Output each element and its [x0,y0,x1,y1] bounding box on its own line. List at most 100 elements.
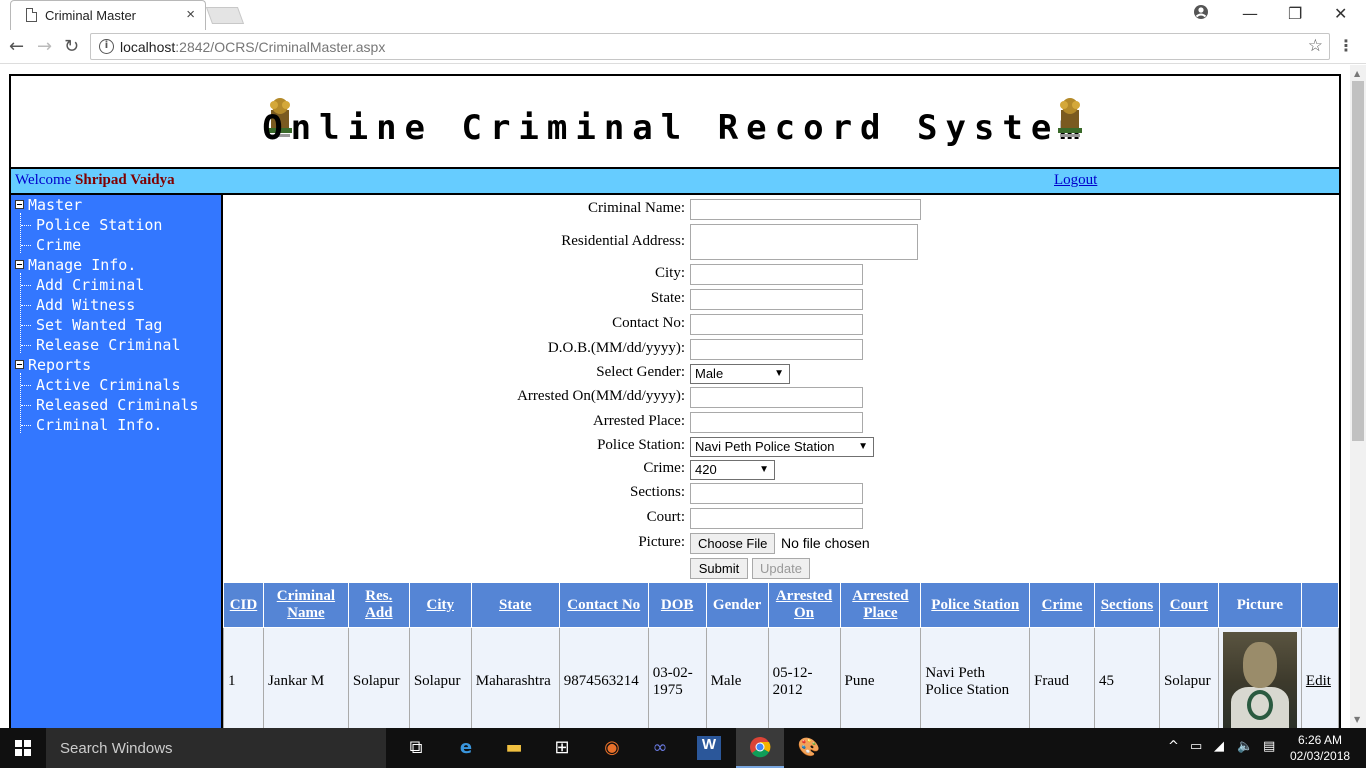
scroll-down-arrow-icon[interactable]: ▼ [1354,715,1360,724]
menu-item-crime[interactable]: Crime [36,236,81,254]
arrested-place-input[interactable] [690,412,863,433]
keyboard-icon[interactable]: ▤ [1263,739,1275,754]
file-explorer-icon[interactable]: ▬ [502,736,526,760]
sort-police-station-link[interactable]: Police Station [931,597,1019,613]
close-window-button[interactable]: ✕ [1334,4,1347,23]
firefox-icon[interactable]: ◉ [600,736,624,760]
menu-group-reports[interactable]: Reports [15,356,91,374]
collapse-icon[interactable] [15,260,24,269]
choose-file-button[interactable]: Choose File [690,533,776,554]
col-criminal-name[interactable]: Criminal Name [262,582,349,628]
sort-contact-no-link[interactable]: Contact No [567,597,640,613]
word-icon[interactable]: W [697,736,721,760]
police-station-select[interactable]: Navi Peth Police Station ▼ [690,437,874,457]
visual-studio-icon[interactable]: ∞ [648,736,672,760]
info-icon[interactable]: i [99,39,114,54]
scroll-up-arrow-icon[interactable]: ▲ [1354,69,1360,78]
menu-group-manage-info[interactable]: Manage Info. [15,256,136,274]
account-icon[interactable] [1193,4,1209,24]
chrome-icon[interactable] [748,736,772,760]
bookmark-star-icon[interactable]: ☆ [1308,36,1323,56]
submit-button[interactable]: Submit [690,558,748,579]
collapse-icon[interactable] [15,200,24,209]
logout-link[interactable]: Logout [1054,172,1097,189]
update-button[interactable]: Update [752,558,810,579]
col-city[interactable]: City [408,582,472,628]
court-input[interactable] [690,508,863,529]
crime-label: Crime: [643,460,685,476]
sort-dob-link[interactable]: DOB [661,597,694,613]
col-state[interactable]: State [470,582,560,628]
tree-connector [21,345,31,346]
city-input[interactable] [690,264,863,285]
contact-no-input[interactable] [690,314,863,335]
sort-cid-link[interactable]: CID [230,597,258,613]
edge-browser-icon[interactable]: e [454,736,478,760]
page-scrollbar[interactable]: ▲ ▼ [1350,65,1366,728]
col-crime[interactable]: Crime [1029,582,1095,628]
forward-arrow-icon[interactable]: → [37,36,52,57]
col-arrested-on[interactable]: Arrested On [767,582,841,628]
menu-item-police-station[interactable]: Police Station [36,216,162,234]
sort-res-add-link[interactable]: Res. Add [365,588,393,621]
menu-item-set-wanted-tag[interactable]: Set Wanted Tag [36,316,162,334]
new-tab-button[interactable] [205,7,245,24]
restore-button[interactable]: ❐ [1288,4,1302,23]
browser-tab[interactable]: Criminal Master × [10,0,206,30]
browser-menu-icon[interactable]: ⋮ [1338,36,1354,55]
col-res-add[interactable]: Res. Add [347,582,410,628]
sort-arrested-place-link[interactable]: Arrested Place [852,588,908,621]
taskbar-search[interactable]: Search Windows [46,728,386,768]
sort-arrested-on-link[interactable]: Arrested On [776,588,832,621]
menu-item-release-criminal[interactable]: Release Criminal [36,336,181,354]
sort-crime-link[interactable]: Crime [1042,597,1083,613]
menu-item-add-criminal[interactable]: Add Criminal [36,276,144,294]
col-court[interactable]: Court [1158,582,1219,628]
volume-icon[interactable]: 🔈 [1237,739,1253,754]
sections-input[interactable] [690,483,863,504]
col-police-station[interactable]: Police Station [920,582,1031,628]
residential-address-textarea[interactable] [690,224,918,260]
show-hidden-icons-icon[interactable]: ^ [1168,739,1179,754]
tree-connector [21,425,31,426]
tab-close-icon[interactable]: × [186,6,195,23]
sort-criminal-name-link[interactable]: Criminal Name [277,588,335,621]
tree-connector [21,325,31,326]
collapse-icon[interactable] [15,360,24,369]
reload-icon[interactable]: ↻ [64,36,79,57]
sort-city-link[interactable]: City [427,597,455,613]
tree-connector [21,305,31,306]
sort-sections-link[interactable]: Sections [1101,597,1154,613]
arrested-on-input[interactable] [690,387,863,408]
gender-select[interactable]: Male ▼ [690,364,790,384]
col-contact-no[interactable]: Contact No [558,582,649,628]
crime-select[interactable]: 420 ▼ [690,460,775,480]
menu-item-criminal-info[interactable]: Criminal Info. [36,416,162,434]
network-icon[interactable]: ◢ [1214,739,1224,754]
col-dob[interactable]: DOB [647,582,707,628]
back-arrow-icon[interactable]: ← [9,36,24,57]
col-arrested-place[interactable]: Arrested Place [839,582,922,628]
col-cid[interactable]: CID [223,582,264,628]
dob-input[interactable] [690,339,863,360]
system-clock[interactable]: 6:26 AM 02/03/2018 [1290,732,1350,764]
menu-item-add-witness[interactable]: Add Witness [36,296,135,314]
address-bar[interactable]: i localhost:2842/OCRS/CriminalMaster.asp… [90,33,1330,60]
task-view-icon[interactable]: ⧉ [404,736,428,760]
sort-state-link[interactable]: State [499,597,532,613]
battery-icon[interactable]: ▭ [1190,739,1202,754]
paint-icon[interactable]: 🎨 [797,736,821,760]
scrollbar-thumb[interactable] [1352,81,1364,441]
minimize-button[interactable]: — [1242,4,1258,23]
welcome-label: Welcome [15,172,76,188]
store-icon[interactable]: ⊞ [550,736,574,760]
windows-start-icon[interactable] [15,740,31,756]
criminal-name-input[interactable] [690,199,921,220]
menu-group-master[interactable]: Master [15,196,82,214]
edit-link[interactable]: Edit [1306,673,1331,689]
menu-item-active-criminals[interactable]: Active Criminals [36,376,181,394]
col-sections[interactable]: Sections [1093,582,1160,628]
state-input[interactable] [690,289,863,310]
sort-court-link[interactable]: Court [1170,597,1208,613]
menu-item-released-criminals[interactable]: Released Criminals [36,396,199,414]
